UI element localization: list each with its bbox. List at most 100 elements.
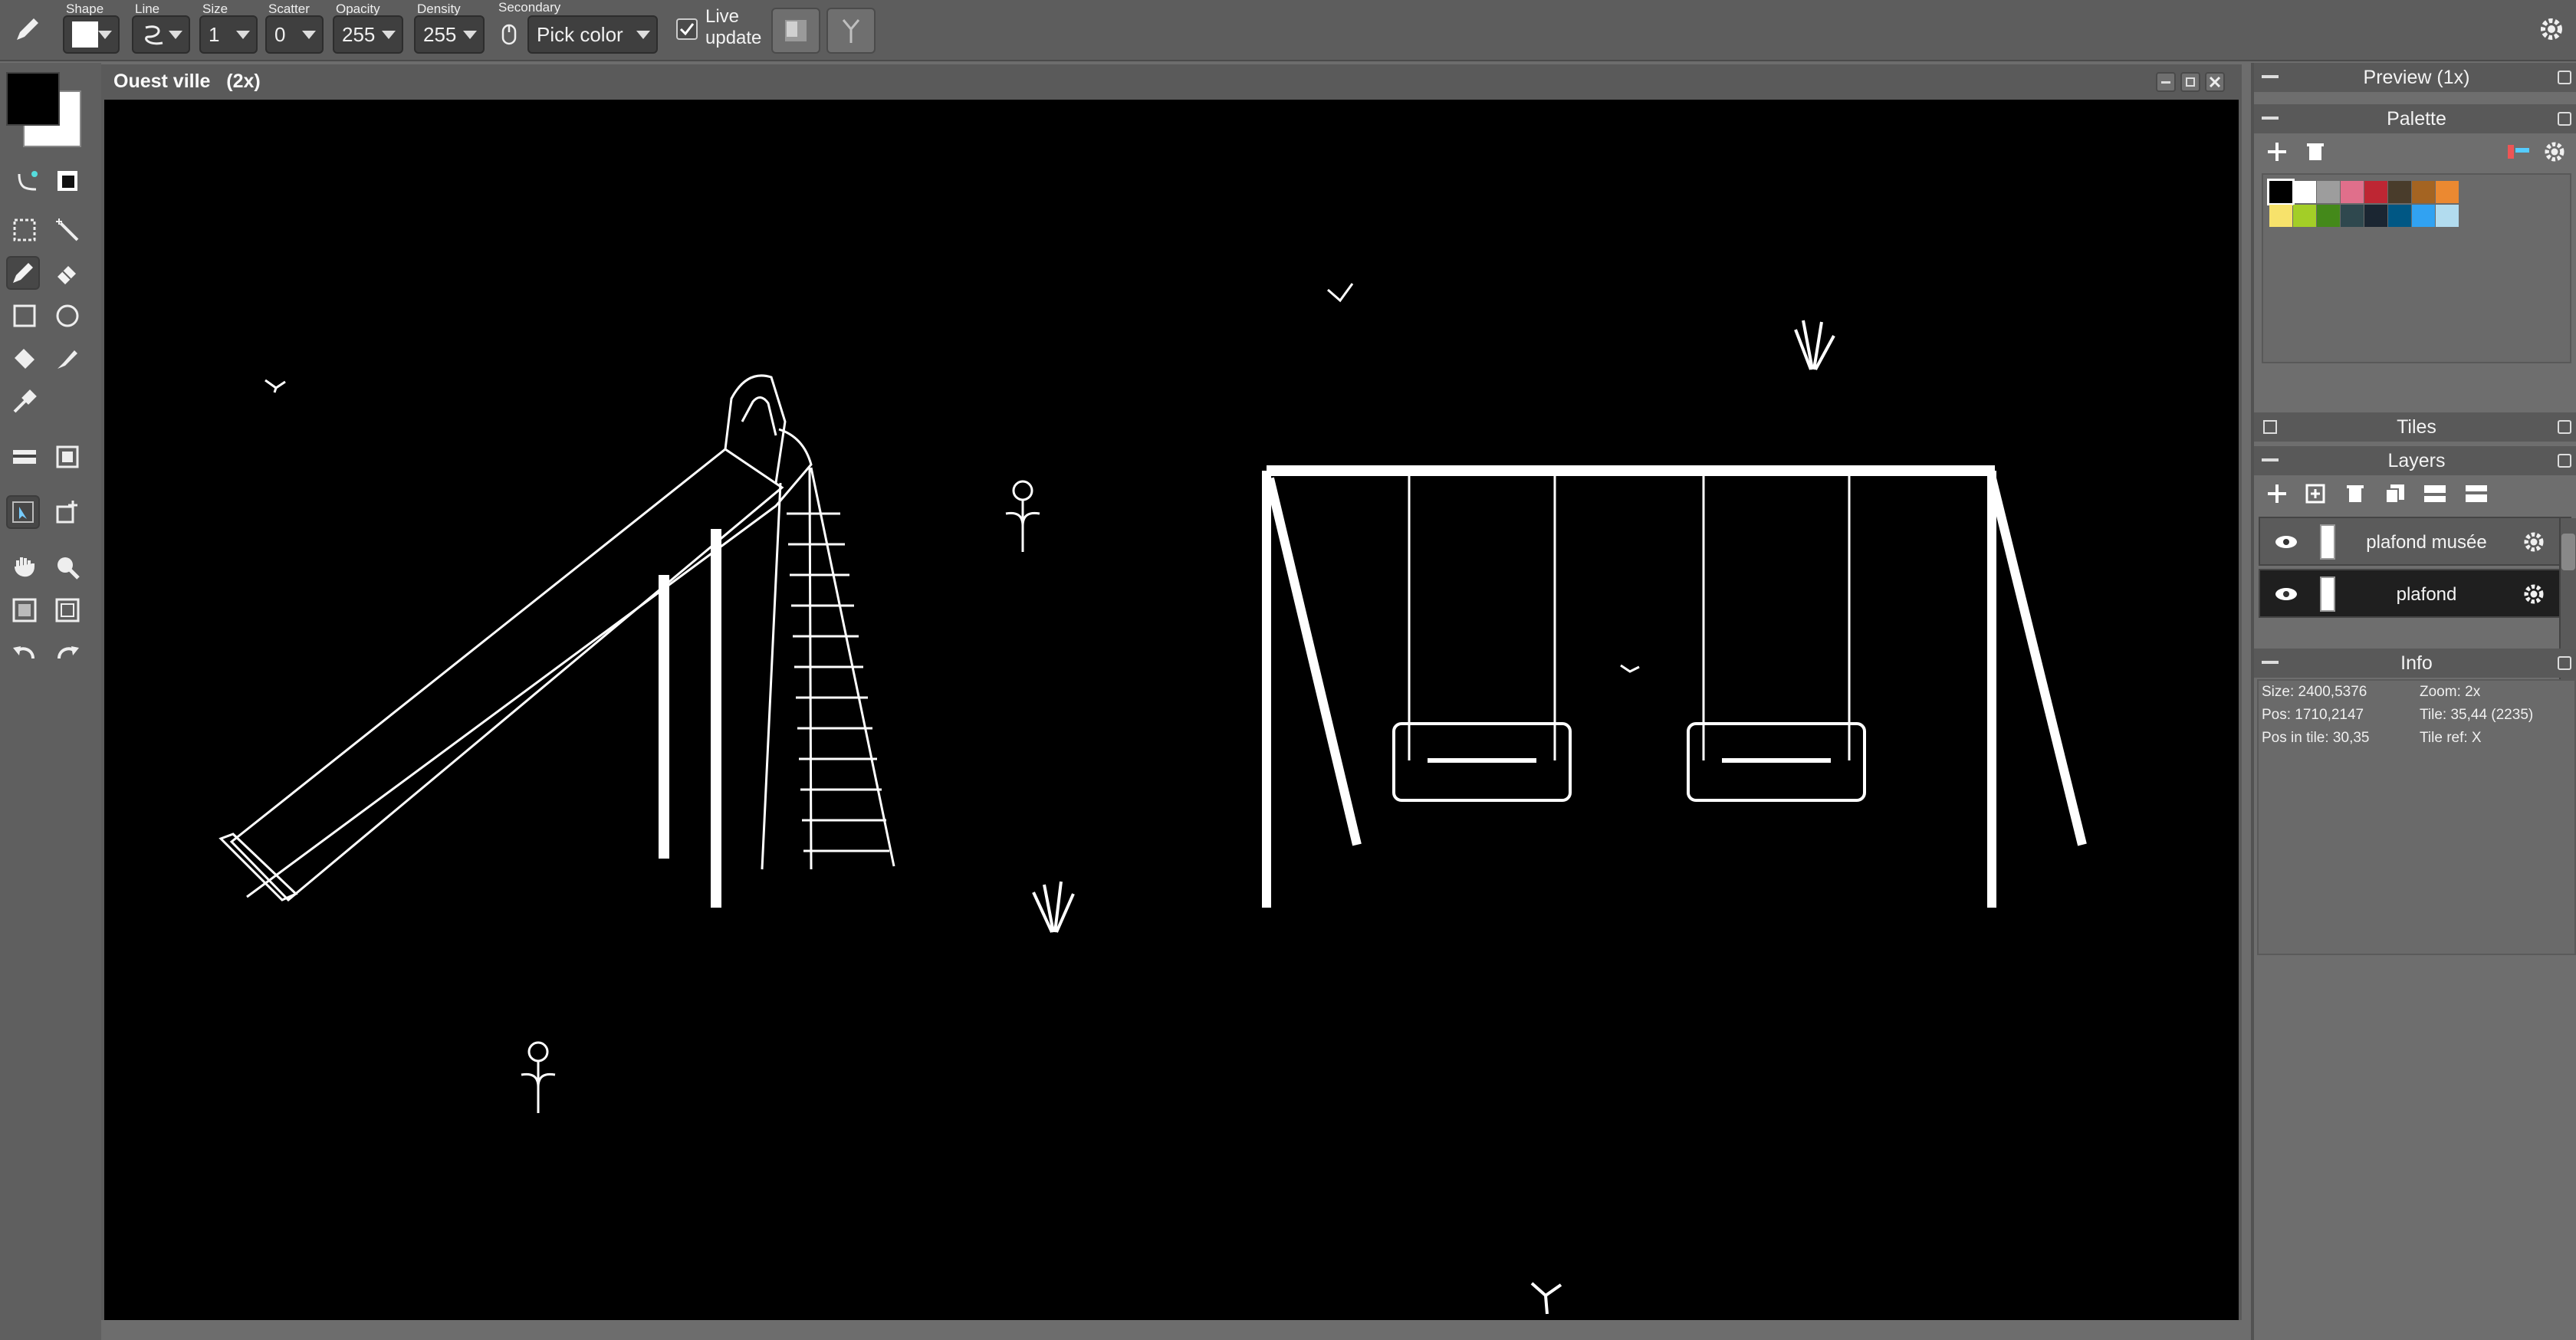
size-label: Size <box>202 2 228 16</box>
info-pos: Pos: 1710,2147 <box>2262 707 2364 723</box>
palette-swatch[interactable] <box>2293 181 2316 203</box>
pressure-curve-button[interactable] <box>826 8 876 54</box>
collapse-icon[interactable] <box>2262 75 2279 78</box>
pencil-mode-icon[interactable] <box>11 12 44 46</box>
pixel-editor-app: Shape Line Size 1 Scatter 0 Opacity 255 … <box>0 0 2576 1340</box>
magic-wand-icon[interactable] <box>51 213 84 247</box>
restore-icon <box>2186 77 2195 87</box>
foreground-color-swatch[interactable] <box>6 72 60 126</box>
density-select[interactable]: 255 <box>414 15 485 54</box>
add-layer-button[interactable] <box>2260 477 2294 511</box>
undo-icon[interactable] <box>8 636 41 670</box>
palette-swatch[interactable] <box>2364 181 2387 203</box>
slide-drawing <box>219 374 895 908</box>
stamp-icon[interactable] <box>51 440 84 474</box>
line-select[interactable] <box>132 15 190 54</box>
delete-layer-button[interactable] <box>2338 477 2372 511</box>
chevron-down-icon <box>302 31 316 39</box>
detach-icon[interactable] <box>2558 656 2571 670</box>
eyedropper-icon[interactable] <box>8 385 41 419</box>
hand-pan-icon[interactable] <box>8 550 41 584</box>
live-update-checkbox[interactable] <box>676 18 698 40</box>
gear-icon[interactable] <box>2521 529 2547 555</box>
palette-swatch[interactable] <box>2436 205 2459 227</box>
layer-row[interactable]: plafond musée <box>2259 517 2571 566</box>
swap-colors-icon[interactable] <box>51 164 84 198</box>
secondary-select[interactable]: Pick color <box>527 15 658 54</box>
merge-up-button[interactable] <box>2418 477 2452 511</box>
palette-panel-header[interactable]: Palette <box>2254 104 2576 133</box>
drawing-canvas[interactable] <box>104 100 2239 1320</box>
merge-down-button[interactable] <box>2459 477 2493 511</box>
palette-swatch[interactable] <box>2388 181 2411 203</box>
palette-swatch[interactable] <box>2317 205 2340 227</box>
palette-swatch[interactable] <box>2436 181 2459 203</box>
opacity-select[interactable]: 255 <box>333 15 403 54</box>
pointer-tool-icon[interactable] <box>6 495 40 529</box>
gear-icon[interactable] <box>2521 581 2547 607</box>
detach-icon[interactable] <box>2558 420 2571 434</box>
palette-swatch[interactable] <box>2293 205 2316 227</box>
restore-window-button[interactable] <box>2180 72 2200 92</box>
delete-color-button[interactable] <box>2298 135 2332 169</box>
eye-icon[interactable] <box>2274 534 2298 550</box>
palette-swatch[interactable] <box>2269 205 2292 227</box>
palette-swatch[interactable] <box>2317 181 2340 203</box>
top-toolbar: Shape Line Size 1 Scatter 0 Opacity 255 … <box>0 0 2576 61</box>
close-window-button[interactable] <box>2205 72 2225 92</box>
palette-swatch[interactable] <box>2341 205 2364 227</box>
palette-swatch[interactable] <box>2412 181 2435 203</box>
layer-row[interactable]: plafond <box>2259 569 2571 618</box>
duplicate-layer-button[interactable] <box>2298 477 2332 511</box>
shape-select[interactable] <box>63 15 120 54</box>
chevron-down-icon <box>236 31 250 39</box>
color-ramp-button[interactable] <box>2501 135 2535 169</box>
preview-panel-header[interactable]: Preview (1x) <box>2254 63 2576 92</box>
palette-settings-button[interactable] <box>2538 135 2571 169</box>
shape-label: Shape <box>66 2 104 16</box>
layer-mode-button[interactable] <box>771 8 820 54</box>
add-color-button[interactable] <box>2260 135 2294 169</box>
rectangle-select-icon[interactable] <box>8 213 41 247</box>
size-select[interactable]: 1 <box>199 15 258 54</box>
pick-color-icon[interactable] <box>11 164 44 198</box>
scrollbar-thumb[interactable] <box>2561 534 2575 570</box>
pencil-tool-icon[interactable] <box>6 256 40 290</box>
info-tile-ref: Tile ref: X <box>2420 730 2482 746</box>
detach-icon[interactable] <box>2558 112 2571 126</box>
collapse-icon[interactable] <box>2262 661 2279 664</box>
minimize-icon <box>2161 81 2170 84</box>
minimize-window-button[interactable] <box>2156 72 2176 92</box>
canvas-title: Ouest ville (2x) <box>113 71 261 92</box>
frame-view-icon[interactable] <box>51 593 84 627</box>
palette-swatch[interactable] <box>2267 179 2295 205</box>
grid-view-icon[interactable] <box>8 593 41 627</box>
redo-icon[interactable] <box>51 636 84 670</box>
layers-panel-header[interactable]: Layers <box>2254 446 2576 475</box>
eye-icon[interactable] <box>2274 586 2298 603</box>
ellipse-tool-icon[interactable] <box>51 299 84 333</box>
eraser-tool-icon[interactable] <box>51 256 84 290</box>
rectangle-tool-icon[interactable] <box>8 299 41 333</box>
collapse-icon[interactable] <box>2262 117 2279 120</box>
palette-swatch[interactable] <box>2388 205 2411 227</box>
brush-icon[interactable] <box>8 440 41 474</box>
expand-icon[interactable] <box>2263 420 2277 434</box>
copy-layer-button[interactable] <box>2378 477 2412 511</box>
fill-bucket-icon[interactable] <box>8 342 41 376</box>
magnifier-icon[interactable] <box>51 550 84 584</box>
shape-add-icon[interactable] <box>51 495 84 529</box>
detach-icon[interactable] <box>2558 71 2571 84</box>
settings-gear-icon[interactable] <box>2535 12 2568 46</box>
info-panel: Size: 2400,5376 Zoom: 2x Pos: 1710,2147 … <box>2257 679 2576 955</box>
scatter-select[interactable]: 0 <box>265 15 324 54</box>
info-panel-header[interactable]: Info <box>2254 649 2576 678</box>
palette-swatch[interactable] <box>2341 181 2364 203</box>
tiles-panel-header[interactable]: Tiles <box>2254 412 2576 442</box>
palette-swatch[interactable] <box>2364 205 2387 227</box>
airbrush-icon[interactable] <box>51 342 84 376</box>
palette-swatch[interactable] <box>2412 205 2435 227</box>
preview-title: Preview (1x) <box>2363 66 2470 88</box>
collapse-icon[interactable] <box>2262 458 2279 461</box>
detach-icon[interactable] <box>2558 454 2571 468</box>
